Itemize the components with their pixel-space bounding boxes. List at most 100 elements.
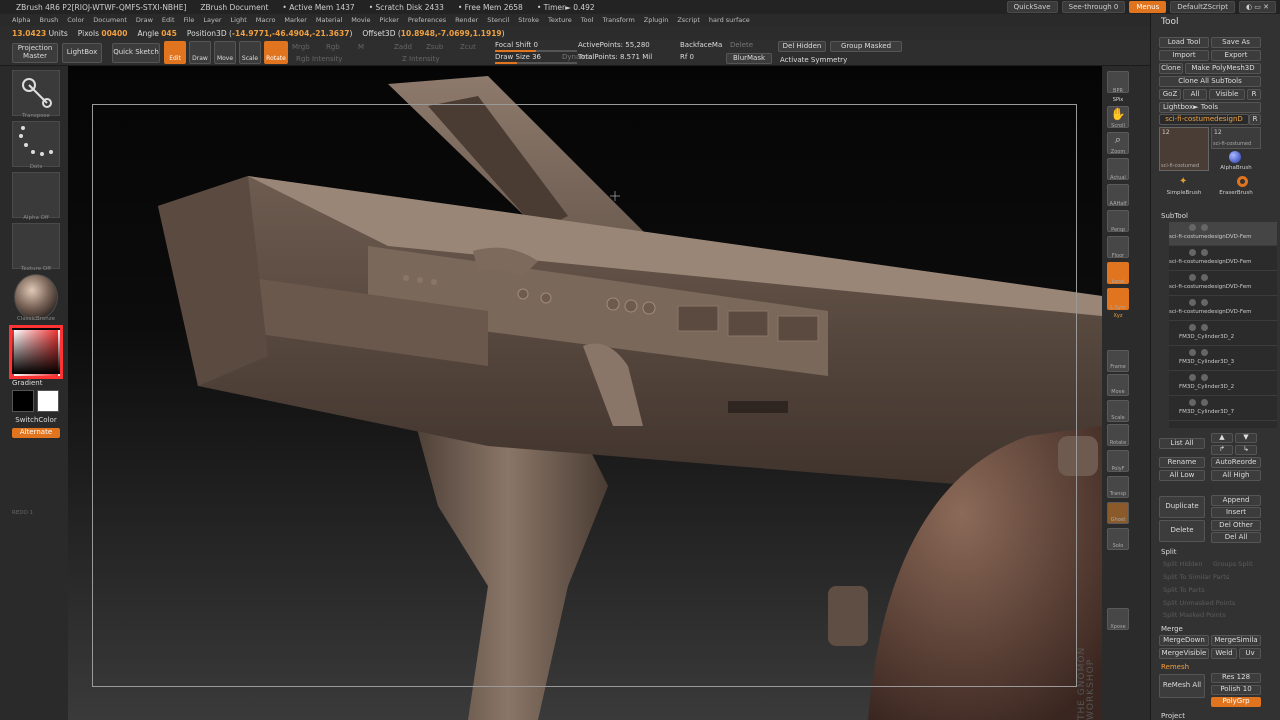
move-down-arrow-icon[interactable]: ▼ — [1235, 433, 1257, 443]
goz-all-button[interactable]: All — [1183, 89, 1207, 100]
focal-shift-slider[interactable]: Focal Shift 0 — [495, 41, 538, 49]
res-slider[interactable]: Res 128 — [1211, 673, 1261, 683]
clone-button[interactable]: Clone — [1159, 63, 1183, 74]
menu-light[interactable]: Light — [231, 16, 247, 24]
uv-button[interactable]: Uv — [1239, 648, 1261, 659]
groups-split-button[interactable]: Groups Split — [1213, 560, 1253, 568]
scale-button[interactable]: Scale — [239, 41, 261, 64]
zcut-button[interactable]: Zcut — [460, 43, 476, 51]
goz-button[interactable]: GoZ — [1159, 89, 1181, 100]
menu-preferences[interactable]: Preferences — [408, 16, 446, 24]
transpose-button[interactable] — [12, 70, 60, 116]
all-high-button[interactable]: All High — [1211, 470, 1261, 481]
menu-marker[interactable]: Marker — [284, 16, 306, 24]
merge-visible-button[interactable]: MergeVisible — [1159, 648, 1209, 659]
default-zscript-button[interactable]: DefaultZScript — [1170, 1, 1235, 13]
draw-size-slider[interactable]: Draw Size 36 — [495, 53, 541, 61]
tool-thumb-secondary[interactable]: 12 sci-fi-costumed — [1211, 127, 1261, 149]
rf-slider[interactable]: Rf 0 — [680, 53, 694, 61]
edit-button[interactable]: Edit — [164, 41, 186, 64]
tool-thumb-main[interactable]: 12 sci-fi-costumed — [1159, 127, 1209, 171]
rgb-button[interactable]: Rgb — [326, 43, 340, 51]
delete-subtool-button[interactable]: Delete — [1159, 520, 1205, 542]
menu-zscript[interactable]: Zscript — [677, 16, 700, 24]
group-masked-button[interactable]: Group Masked — [830, 41, 902, 52]
split-hidden-button[interactable]: Split Hidden — [1163, 560, 1203, 568]
quick-sketch-button[interactable]: Quick Sketch — [112, 43, 160, 63]
subtool-row[interactable]: FM3D_Cylinder3D_7 — [1169, 397, 1277, 421]
split-similar-button[interactable]: Split To Similar Parts — [1163, 573, 1229, 581]
zsub-button[interactable]: Zsub — [426, 43, 443, 51]
menu-hard-surface[interactable]: hard surface — [709, 16, 750, 24]
simple-brush-icon[interactable]: ✦ — [1179, 176, 1187, 187]
blur-mask-button[interactable]: BlurMask — [726, 53, 772, 64]
subtool-row[interactable]: FM3D_Cylinder3D_2 — [1169, 322, 1277, 346]
alpha-picker[interactable] — [12, 172, 60, 218]
goz-r-button[interactable]: R — [1247, 89, 1261, 100]
menus-button[interactable]: Menus — [1129, 1, 1167, 13]
merge-down-button[interactable]: MergeDown — [1159, 635, 1209, 646]
menu-zplugin[interactable]: Zplugin — [644, 16, 669, 24]
subtool-row[interactable]: FM3D_Cylinder3D_3 — [1169, 347, 1277, 371]
subtool-header[interactable]: SubTool — [1161, 212, 1188, 220]
menu-material[interactable]: Material — [316, 16, 342, 24]
menu-document[interactable]: Document — [93, 16, 127, 24]
alternate-button[interactable]: Alternate — [12, 428, 60, 438]
duplicate-button[interactable]: Duplicate — [1159, 496, 1205, 518]
z-intensity-slider[interactable]: Z Intensity — [402, 55, 440, 63]
insert-button[interactable]: Insert — [1211, 507, 1261, 518]
projection-master-button[interactable]: Projection Master — [12, 43, 58, 63]
goz-visible-button[interactable]: Visible — [1209, 89, 1245, 100]
project-header[interactable]: Project — [1161, 712, 1185, 720]
spix-slider[interactable]: SPix — [1102, 97, 1134, 103]
merge-similar-button[interactable]: MergeSimila — [1211, 635, 1261, 646]
subtool-row[interactable]: sci-fi-costumedesignDVD-Fem — [1169, 272, 1277, 296]
split-unmasked-button[interactable]: Split Unmasked Points — [1163, 599, 1235, 607]
current-tool-r-button[interactable]: R — [1249, 114, 1261, 125]
split-masked-button[interactable]: Split Masked Points — [1163, 611, 1226, 619]
menu-stencil[interactable]: Stencil — [487, 16, 509, 24]
menu-edit[interactable]: Edit — [162, 16, 175, 24]
lightbox-tools-button[interactable]: Lightbox► Tools — [1159, 102, 1261, 113]
subtool-row[interactable]: sci-fi-costumedesignDVD-Fem — [1169, 247, 1277, 271]
zadd-button[interactable]: Zadd — [394, 43, 412, 51]
weld-button[interactable]: Weld — [1211, 648, 1237, 659]
menu-movie[interactable]: Movie — [351, 16, 370, 24]
stroke-picker[interactable] — [12, 121, 60, 167]
eraser-brush-icon[interactable] — [1237, 176, 1248, 187]
menu-macro[interactable]: Macro — [256, 16, 276, 24]
del-other-button[interactable]: Del Other — [1211, 520, 1261, 531]
move-button[interactable]: Move — [214, 41, 236, 64]
menu-draw[interactable]: Draw — [136, 16, 153, 24]
menu-brush[interactable]: Brush — [39, 16, 58, 24]
canvas-viewport[interactable]: THE GNOMON WORKSHOP — [68, 66, 1102, 720]
current-tool-slider[interactable]: sci-fi-costumedesignD — [1159, 114, 1249, 125]
activate-symmetry-button[interactable]: Activate Symmetry — [780, 56, 847, 64]
move-up-alt-icon[interactable]: ↱ — [1211, 445, 1233, 455]
menu-texture[interactable]: Texture — [548, 16, 572, 24]
material-picker[interactable] — [14, 274, 58, 320]
split-parts-button[interactable]: Split To Parts — [1163, 586, 1205, 594]
move-up-arrow-icon[interactable]: ▲ — [1211, 433, 1233, 443]
m-button[interactable]: M — [358, 43, 364, 51]
menu-picker[interactable]: Picker — [380, 16, 399, 24]
remesh-all-button[interactable]: ReMesh All — [1159, 674, 1205, 698]
subtool-row[interactable]: FM3D_Cylinder3D_2 — [1169, 372, 1277, 396]
all-low-button[interactable]: All Low — [1159, 470, 1205, 481]
del-hidden-button[interactable]: Del Hidden — [778, 41, 826, 52]
xyz-button[interactable]: Xyz — [1102, 313, 1134, 319]
texture-picker[interactable] — [12, 223, 60, 269]
gradient-label[interactable]: Gradient — [12, 379, 60, 387]
alpha-brush-icon[interactable] — [1229, 151, 1241, 163]
menu-tool[interactable]: Tool — [581, 16, 594, 24]
lightbox-button[interactable]: LightBox — [62, 43, 102, 63]
split-header[interactable]: Split — [1161, 548, 1177, 556]
del-all-button[interactable]: Del All — [1211, 532, 1261, 543]
see-through-slider[interactable]: See-through 0 — [1061, 1, 1126, 13]
polygrp-button[interactable]: PolyGrp — [1211, 697, 1261, 707]
export-button[interactable]: Export — [1211, 50, 1261, 61]
switch-color-button[interactable]: SwitchColor — [12, 416, 60, 424]
import-button[interactable]: Import — [1159, 50, 1209, 61]
menu-layer[interactable]: Layer — [203, 16, 221, 24]
rgb-intensity-slider[interactable]: Rgb Intensity — [296, 55, 342, 63]
